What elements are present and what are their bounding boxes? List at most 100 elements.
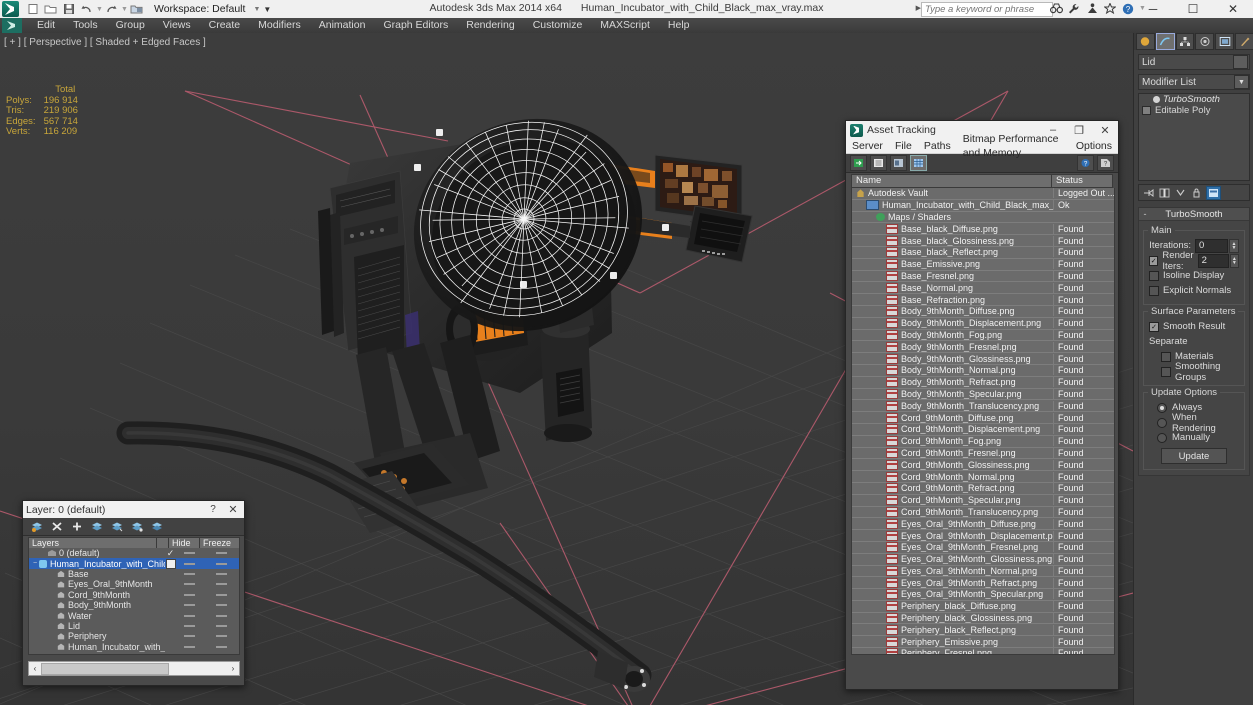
asset-tracking-maximize-button[interactable]: ❐ [1066,121,1092,139]
render-iters-spinner[interactable]: ▲ ▼ [1229,253,1239,268]
asset-menu-paths[interactable]: Paths [918,139,957,153]
list-view-icon[interactable] [870,155,887,171]
help-icon[interactable]: ? [1077,155,1094,171]
layer-dialog-close-button[interactable]: ✕ [222,503,244,516]
asset-row[interactable]: Periphery_Emissive.png Found [852,636,1114,649]
asset-row[interactable]: Autodesk Vault Logged Out ... [852,188,1114,200]
asset-row[interactable]: Eyes_Oral_9thMonth_Fresnel.png Found [852,542,1114,554]
search-box[interactable] [921,2,1053,17]
modifier-stack-item[interactable]: TurboSmooth [1139,94,1249,105]
workspace-dropdown-button[interactable]: ▼ [261,5,273,14]
asset-tracking-dialog[interactable]: Asset Tracking ‒ ❐ ✕ Server File Paths Bitm… [845,120,1119,690]
tab-create[interactable] [1136,33,1155,50]
new-file-icon[interactable] [24,2,41,17]
layer-hide-toggle[interactable] [176,583,203,586]
layer-hide-toggle[interactable] [176,593,203,596]
menu-item-views[interactable]: Views [154,18,200,33]
update-when-rendering-row[interactable]: When Rendering [1149,412,1239,434]
modifier-stack[interactable]: TurboSmooth Editable Poly [1138,93,1250,181]
column-header-name[interactable]: Name [852,175,1052,187]
asset-tracking-close-button[interactable]: ✕ [1092,121,1118,139]
asset-row[interactable]: Base_black_Glossiness.png Found [852,235,1114,247]
set-project-folder-icon[interactable] [128,2,145,17]
rollout-header[interactable]: - TurboSmooth [1139,208,1249,221]
asset-row[interactable]: Eyes_Oral_9thMonth_Diffuse.png Found [852,518,1114,531]
modifier-stack-item[interactable]: Editable Poly [1139,105,1249,116]
asset-row[interactable]: Periphery_black_Glossiness.png Found [852,613,1114,625]
asset-row[interactable]: Body_9thMonth_Specular.png Found [852,388,1114,401]
make-unique-icon[interactable] [1174,187,1187,199]
iterations-input[interactable]: 0 [1195,238,1228,253]
layer-active-checkbox[interactable]: ✓ [165,548,176,559]
redo-icon[interactable] [103,2,120,17]
update-when-rendering-radio[interactable] [1157,417,1167,428]
rollout-collapse-icon[interactable]: - [1139,209,1151,219]
tab-modify[interactable] [1155,33,1175,50]
menu-item-maxscript[interactable]: MAXScript [591,18,659,33]
set-current-layer-icon[interactable] [150,520,163,533]
asset-menu-server[interactable]: Server [846,139,889,153]
update-manually-row[interactable]: Manually [1149,431,1239,444]
refresh-assets-icon[interactable] [850,155,867,171]
layer-freeze-toggle[interactable] [203,624,239,627]
layer-list-body[interactable]: 0 (default) ✓ − Human_Incubator_with_Child_… [28,548,240,655]
asset-row[interactable]: Body_9thMonth_Glossiness.png Found [852,353,1114,365]
layer-freeze-toggle[interactable] [203,645,239,648]
asset-tracking-list[interactable]: Name Status Autodesk Vault Logged Out ...… [851,174,1115,705]
layer-scroll-right-arrow-icon[interactable]: › [227,664,239,673]
separate-smoothing-groups-checkbox[interactable] [1161,366,1171,377]
layer-freeze-toggle[interactable] [203,614,239,617]
asset-row[interactable]: Base_Emissive.png Found [852,259,1114,271]
column-header-status[interactable]: Status [1052,175,1112,187]
asset-row[interactable]: Body_9thMonth_Diffuse.png Found [852,306,1114,318]
layer-scroll-thumb[interactable] [41,662,169,675]
asset-menu-options[interactable]: Options [1070,139,1118,153]
iterations-spinner[interactable]: ▲ ▼ [1229,238,1239,253]
menu-item-modifiers[interactable]: Modifiers [249,18,310,33]
layer-row[interactable]: Eyes_Oral_9thMonth [29,579,239,589]
layer-freeze-toggle[interactable] [203,635,239,638]
save-file-icon[interactable] [60,2,77,17]
maximize-button[interactable]: ☐ [1173,0,1213,18]
asset-row[interactable]: Eyes_Oral_9thMonth_Normal.png Found [852,565,1114,578]
menu-item-animation[interactable]: Animation [310,18,375,33]
layer-hide-toggle[interactable] [176,645,203,648]
smooth-result-row[interactable]: ✓ Smooth Result [1149,320,1239,333]
asset-row[interactable]: Cord_9thMonth_Refract.png Found [852,483,1114,495]
remove-modifier-icon[interactable] [1190,187,1203,199]
asset-row[interactable]: Cord_9thMonth_Translucency.png Found [852,506,1114,519]
menu-item-edit[interactable]: Edit [28,18,64,33]
asset-row[interactable]: Cord_9thMonth_Displacement.png Found [852,424,1114,436]
asset-row[interactable]: Eyes_Oral_9thMonth_Glossiness.png Found [852,554,1114,566]
asset-row[interactable]: Cord_9thMonth_Glossiness.png Found [852,459,1114,472]
asset-row[interactable]: Body_9thMonth_Normal.png Found [852,365,1114,377]
tab-utilities[interactable] [1235,33,1253,50]
tab-hierarchy[interactable] [1175,33,1195,50]
app-logo-icon[interactable] [2,1,19,17]
asset-row[interactable]: Periphery_black_Diffuse.png Found [852,601,1114,613]
light-bulb-icon[interactable] [1153,96,1160,103]
delete-layer-icon[interactable] [50,520,63,533]
separate-materials-checkbox[interactable] [1161,351,1171,362]
redo-dropdown-caret[interactable]: ▼ [121,6,128,13]
layer-list-horizontal-scrollbar[interactable]: ‹ › [28,661,240,676]
asset-row[interactable]: Body_9thMonth_Fog.png Found [852,329,1114,342]
modifier-list-dropdown[interactable]: Modifier List ▼ [1138,74,1250,90]
context-help-icon[interactable]: ? [1097,155,1114,171]
menu-item-create[interactable]: Create [200,18,250,33]
update-button[interactable]: Update [1161,448,1227,464]
asset-row[interactable]: Periphery_Fresnel.png Found [852,648,1114,654]
layer-row[interactable]: Base [29,569,239,579]
wrench-icon[interactable] [1067,2,1081,15]
layer-row[interactable]: Water [29,610,239,621]
open-file-icon[interactable] [42,2,59,17]
render-iters-input[interactable]: 2 [1197,253,1229,268]
tab-display[interactable] [1215,33,1235,50]
update-always-radio[interactable] [1157,402,1167,413]
layer-dialog-help-button[interactable]: ? [204,504,222,515]
layer-freeze-toggle[interactable] [203,572,239,575]
render-iters-checkbox[interactable]: ✓ [1149,255,1159,266]
asset-row[interactable]: Base_Normal.png Found [852,282,1114,295]
layer-hide-toggle[interactable] [176,635,203,638]
layer-hide-toggle[interactable] [176,572,203,575]
